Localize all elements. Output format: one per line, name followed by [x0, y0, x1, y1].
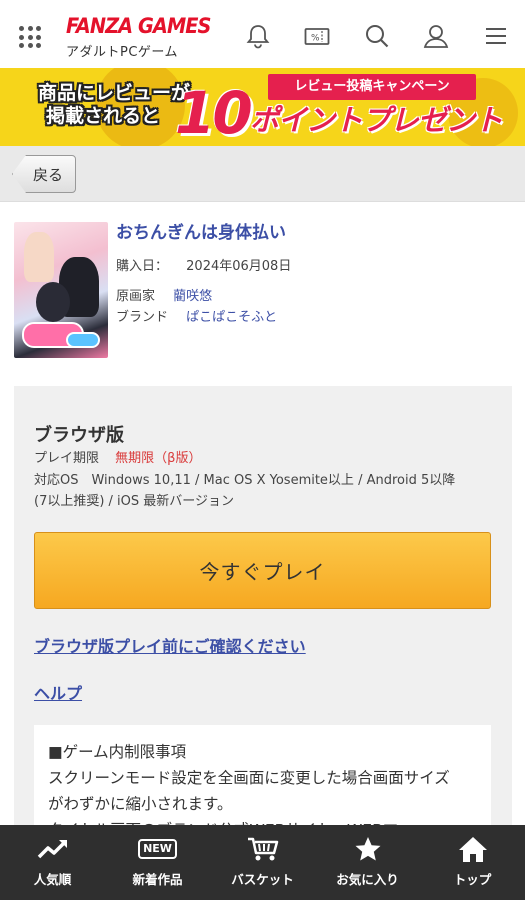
back-bar — [0, 146, 525, 202]
nav-basket-label: バスケット — [231, 872, 294, 887]
supported-os-line2: (7以上推奨) / iOS 最新バージョン — [34, 494, 235, 509]
help-link[interactable]: ヘルプ — [34, 680, 82, 704]
artist-label: 原画家 — [116, 289, 156, 304]
supported-os-line1: 対応OS Windows 10,11 / Mac OS X Yosemite以上… — [34, 473, 456, 488]
artist-link[interactable]: 藺咲悠 — [173, 285, 212, 304]
nav-top[interactable]: トップ — [420, 825, 525, 900]
purchase-date-label: 購入日： — [116, 259, 169, 274]
search-icon[interactable] — [363, 22, 391, 50]
star-icon — [351, 835, 385, 863]
notice-line: スクリーンモード設定を全画面に変更した場合画面サイズ — [48, 769, 450, 787]
bell-icon[interactable] — [244, 22, 272, 50]
browser-version-heading: ブラウザ版 — [34, 425, 124, 446]
new-badge: NEW — [138, 839, 177, 859]
artist-row: 原画家 藺咲悠 — [116, 285, 212, 304]
site-logo[interactable]: FANZA GAMES アダルトPCゲーム — [66, 14, 223, 60]
svg-text:%: % — [311, 34, 320, 44]
brand-link[interactable]: ぱこぱこそふと — [186, 306, 277, 325]
nav-popular[interactable]: 人気順 — [0, 825, 105, 900]
play-now-button[interactable]: 今すぐプレイ — [34, 532, 491, 609]
product-title[interactable]: おちんぎんは身体払い — [116, 218, 286, 243]
nav-popular-label: 人気順 — [33, 872, 72, 887]
banner-left-text: 商品にレビューが 掲載されると — [38, 82, 190, 128]
notice-line: がわずかに縮小されます。 — [48, 795, 233, 813]
hamburger-menu-icon[interactable] — [482, 22, 510, 50]
nav-favorites[interactable]: お気に入り — [315, 825, 420, 900]
brand-label: ブランド — [116, 310, 169, 325]
notice-heading: ■ゲーム内制限事項 — [48, 743, 187, 761]
play-period-row: プレイ期限 無期限（β版） — [34, 447, 201, 466]
purchase-date-row: 購入日： 2024年06月08日 — [116, 255, 291, 274]
grid-menu-icon[interactable] — [19, 26, 41, 48]
user-icon[interactable] — [422, 22, 450, 50]
logo-sub: アダルトPCゲーム — [66, 45, 179, 60]
play-period-label: プレイ期限 — [34, 451, 100, 466]
purchase-date-value: 2024年06月08日 — [186, 259, 292, 274]
banner-line1: 商品にレビューが — [38, 82, 191, 104]
header: FANZA GAMES アダルトPCゲーム % — [0, 0, 525, 68]
play-period-value: 無期限（β版） — [115, 451, 202, 466]
banner-ribbon: レビュー投稿キャンペーン — [268, 74, 476, 100]
nav-new-items[interactable]: NEW 新着作品 — [105, 825, 210, 900]
new-badge-icon: NEW — [138, 835, 177, 863]
home-icon — [456, 835, 490, 863]
nav-favorites-label: お気に入り — [336, 872, 399, 887]
banner-ten: 10 — [175, 79, 253, 146]
product-thumbnail[interactable] — [14, 222, 108, 358]
review-campaign-banner[interactable]: 商品にレビューが 掲載されると レビュー投稿キャンペーン 10 ポイントプレゼン… — [0, 68, 525, 146]
logo-main: FANZA GAMES — [66, 14, 211, 38]
coupon-icon[interactable]: % — [303, 22, 331, 50]
nav-basket[interactable]: バスケット — [210, 825, 315, 900]
brand-row: ブランド ぱこぱこそふと — [116, 306, 277, 325]
nav-top-label: トップ — [453, 872, 492, 887]
nav-new-items-label: 新着作品 — [132, 872, 183, 887]
banner-point: ポイントプレゼント — [250, 103, 503, 137]
banner-line2: 掲載されると — [46, 105, 161, 127]
bottom-nav: 人気順 NEW 新着作品 バスケット お気に入り トップ — [0, 825, 525, 900]
cart-icon — [246, 835, 280, 863]
trending-icon — [36, 835, 70, 863]
confirm-before-play-link[interactable]: ブラウザ版プレイ前にご確認ください — [34, 633, 306, 657]
